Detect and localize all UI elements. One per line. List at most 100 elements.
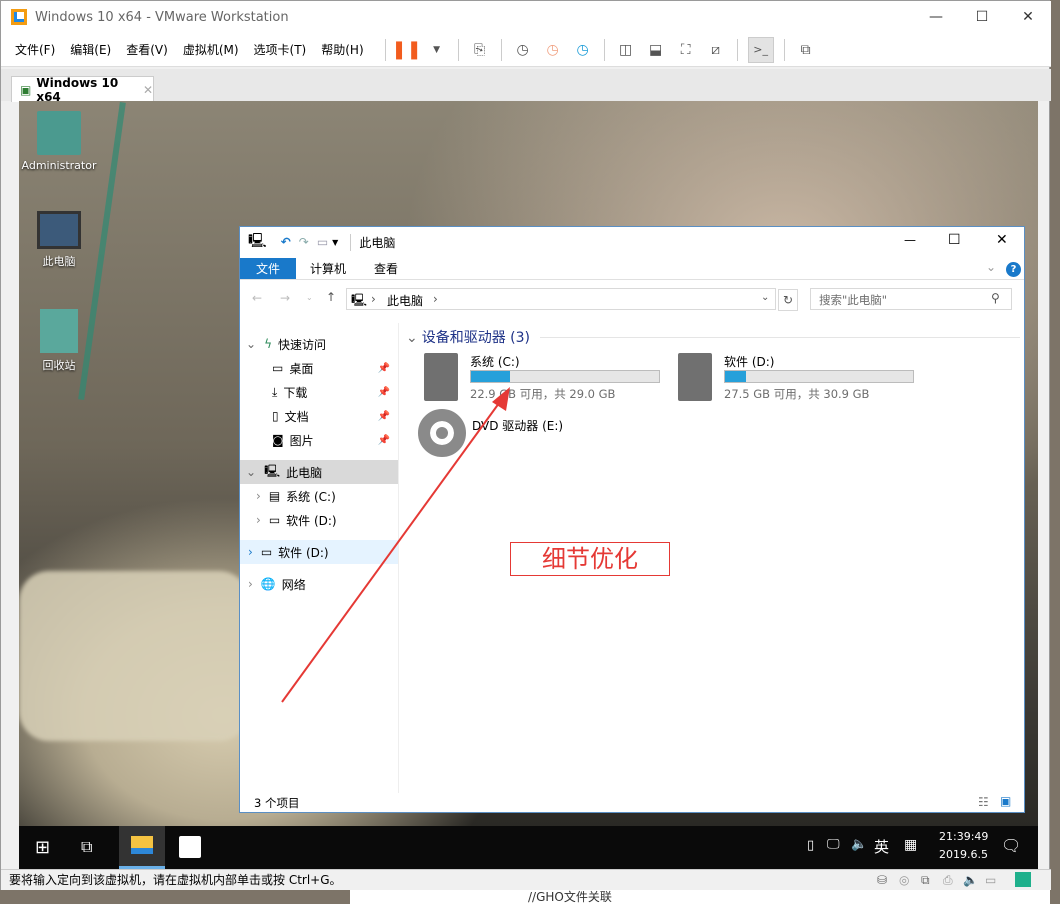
background-window: //GHO文件关联 xyxy=(350,890,1050,904)
redo-icon[interactable]: ↷ xyxy=(299,235,309,249)
tab-close-button[interactable]: ✕ xyxy=(143,83,153,97)
close-button[interactable]: ✕ xyxy=(996,232,1008,248)
menu-vm[interactable]: 虚拟机(M) xyxy=(183,41,239,58)
undo-icon[interactable]: ↶ xyxy=(281,235,291,249)
pin-icon[interactable]: 📌 xyxy=(378,363,390,374)
menu-view[interactable]: 查看(V) xyxy=(126,41,168,58)
usb-icon[interactable]: ▯ xyxy=(807,838,814,853)
snapshot-icon[interactable]: ◷ xyxy=(512,39,534,61)
window-title: Windows 10 x64 - VMware Workstation xyxy=(35,9,289,25)
desktop-icon-this-pc[interactable]: 此电脑 xyxy=(21,211,97,269)
status-item-count: 3 个项目 xyxy=(254,796,300,810)
breadcrumb-separator: › xyxy=(433,292,438,306)
chevron-down-icon[interactable]: ▼ xyxy=(332,238,338,247)
minimize-button[interactable]: — xyxy=(904,233,916,247)
search-placeholder: 搜索"此电脑" xyxy=(819,293,888,307)
network-icon[interactable]: 🖵 xyxy=(827,837,840,852)
file-explorer-taskbar-button[interactable] xyxy=(119,826,165,869)
menu-bar: 文件(F) 编辑(E) 查看(V) 虚拟机(M) 选项卡(T) 帮助(H) ❚❚… xyxy=(1,33,1051,67)
group-header[interactable]: ⌄ 设备和驱动器 (3) xyxy=(406,327,530,347)
close-button[interactable]: ✕ xyxy=(1005,1,1051,33)
menu-tabs[interactable]: 选项卡(T) xyxy=(254,41,307,58)
nav-quick-access[interactable]: ⌄ ϟ 快速访问 xyxy=(240,332,398,356)
drive-name: 系统 (C:) xyxy=(470,355,520,369)
maximize-button[interactable]: ☐ xyxy=(959,1,1005,33)
forward-button[interactable]: → xyxy=(280,291,290,305)
volume-icon[interactable]: 🔈 xyxy=(851,837,867,852)
menu-help[interactable]: 帮助(H) xyxy=(321,41,363,58)
menu-file[interactable]: 文件(F) xyxy=(15,41,55,58)
divider xyxy=(457,38,459,61)
notification-icon[interactable]: 🗨 xyxy=(1001,836,1021,855)
ribbon-tab-view[interactable]: 查看 xyxy=(360,258,412,279)
user-icon xyxy=(37,111,81,155)
printer-status-icon[interactable]: ⎙ xyxy=(943,870,953,890)
details-view-icon[interactable]: ☷ xyxy=(978,795,989,809)
vmware-window: Windows 10 x64 - VMware Workstation — ☐ … xyxy=(0,0,1051,890)
tab-bar xyxy=(1,69,1051,101)
ime-indicator[interactable]: 英 xyxy=(874,836,889,857)
hdd-status-icon[interactable]: ⛁ xyxy=(877,870,887,890)
taskbar: ⊞ ⧉ ▯ 🖵 🔈 英 ▦ 21:39:49 2019.6.5 🗨 xyxy=(19,826,1038,869)
windows-start-icon[interactable]: ⊞ xyxy=(35,837,50,858)
computer-icon xyxy=(37,211,81,249)
desktop-icon-recycle-bin[interactable]: 回收站 xyxy=(21,309,97,373)
display-status-icon[interactable]: ▭ xyxy=(985,870,996,890)
sidebar-icon[interactable]: ◫ xyxy=(615,39,637,61)
address-bar[interactable]: 🖳 › 此电脑 › ⌄ xyxy=(346,288,776,310)
drive-d-tile[interactable]: 软件 (D:) 27.5 GB 可用，共 30.9 GB xyxy=(678,353,918,403)
network-status-icon[interactable]: ⧉ xyxy=(921,870,930,890)
status-message: 要将输入定向到该虚拟机，请在虚拟机内部单击或按 Ctrl+G。 xyxy=(9,873,342,887)
search-input[interactable]: 搜索"此电脑" ⚲ xyxy=(810,288,1012,310)
recent-chevron-icon[interactable]: ⌄ xyxy=(306,293,313,302)
address-dropdown-icon[interactable]: ⌄ xyxy=(761,292,769,303)
star-icon: ϟ xyxy=(264,337,272,351)
minimize-button[interactable]: — xyxy=(913,1,959,33)
sound-status-icon[interactable]: 🔈 xyxy=(963,870,978,890)
task-view-icon[interactable]: ⧉ xyxy=(81,837,92,857)
snapshot-manager-icon[interactable]: ◷ xyxy=(572,39,594,61)
notes-icon[interactable] xyxy=(1015,872,1031,887)
icon-label: 回收站 xyxy=(42,359,76,372)
fullscreen-icon[interactable]: ⛶ xyxy=(675,39,697,61)
tab-windows10[interactable]: ▣ Windows 10 x64 ✕ xyxy=(11,75,154,104)
properties-icon[interactable]: ▭ xyxy=(317,235,328,249)
unity-icon[interactable]: ⧄ xyxy=(705,39,727,61)
thumbnail-icon[interactable]: ⬓ xyxy=(645,39,667,61)
back-button[interactable]: ← xyxy=(252,291,262,305)
divider xyxy=(500,38,502,61)
desktop-icon-administrator[interactable]: Administrator xyxy=(21,111,97,172)
ribbon-tab-computer[interactable]: 计算机 xyxy=(296,258,360,279)
cd-status-icon[interactable]: ◎ xyxy=(899,870,909,890)
clock-date[interactable]: 2019.6.5 xyxy=(939,848,988,861)
drive-d-usage-bar xyxy=(724,370,914,383)
icon-label: 此电脑 xyxy=(42,255,76,268)
up-button[interactable]: ↑ xyxy=(326,290,336,304)
keyboard-icon[interactable]: ▦ xyxy=(904,837,917,853)
breadcrumb-separator: › xyxy=(371,292,376,306)
breadcrumb-this-pc[interactable]: 此电脑 xyxy=(387,292,423,309)
icon-label: Administrator xyxy=(21,159,97,172)
store-icon[interactable] xyxy=(179,836,201,858)
help-icon[interactable]: ? xyxy=(1006,262,1021,277)
ribbon-tab-file[interactable]: 文件 xyxy=(240,258,297,279)
large-icons-view-icon[interactable]: ▣ xyxy=(1000,794,1011,808)
tab-label: Windows 10 x64 xyxy=(36,75,119,104)
expand-ribbon-icon[interactable]: ⌄ xyxy=(986,260,996,274)
address-row: ← → ⌄ ↑ 🖳 › 此电脑 › ⌄ ↻ 搜索"此电脑" ⚲ xyxy=(240,287,1024,313)
divider xyxy=(783,38,785,61)
console-icon[interactable]: >_ xyxy=(747,36,774,63)
clock-time[interactable]: 21:39:49 xyxy=(939,830,988,843)
ribbon-tabs: 文件 计算机 查看 ⌄ ? xyxy=(240,258,1024,280)
menu-edit[interactable]: 编辑(E) xyxy=(70,41,111,58)
refresh-button[interactable]: ↻ xyxy=(778,289,798,311)
recycle-bin-icon xyxy=(40,309,78,353)
chevron-down-icon[interactable]: ▼ xyxy=(426,39,448,61)
maximize-button[interactable]: ☐ xyxy=(948,232,961,248)
pause-icon[interactable]: ❚❚ xyxy=(392,39,422,61)
stretch-icon[interactable]: ⧉ xyxy=(795,39,817,61)
nav-label: 快速访问 xyxy=(277,337,326,352)
divider xyxy=(384,38,386,61)
revert-snapshot-icon[interactable]: ◷ xyxy=(542,39,564,61)
send-keys-icon[interactable]: ⎘ xyxy=(469,39,491,61)
